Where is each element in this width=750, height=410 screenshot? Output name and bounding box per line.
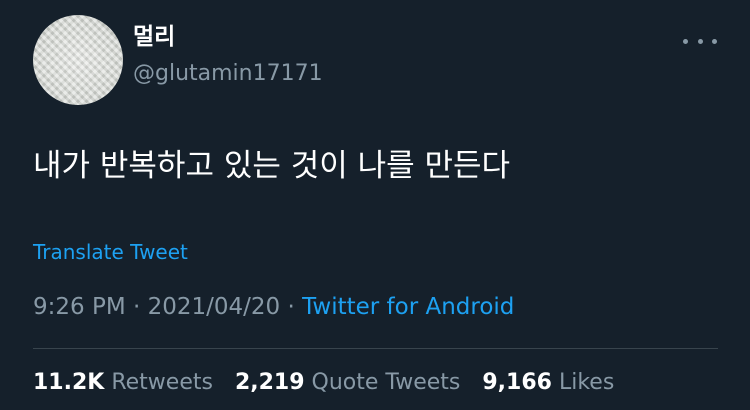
meta-separator: · — [133, 294, 141, 320]
more-dot — [697, 38, 703, 44]
tweet-source-link[interactable]: Twitter for Android — [302, 294, 514, 320]
quote-tweets-count: 2,219 — [234, 370, 305, 395]
retweets-stat[interactable]: 11.2K Retweets — [33, 367, 213, 399]
likes-stat[interactable]: 9,166 Likes — [482, 367, 614, 399]
divider — [33, 348, 718, 349]
more-dot — [683, 38, 688, 44]
tweet-date[interactable]: 2021/04/20 — [148, 294, 281, 320]
meta-separator: · — [287, 294, 295, 320]
more-dot — [712, 38, 717, 44]
quote-tweets-label: Quote Tweets — [311, 370, 461, 395]
tweet-time[interactable]: 9:26 PM — [33, 294, 126, 320]
quote-tweets-stat[interactable]: 2,219 Quote Tweets — [235, 367, 460, 399]
display-name[interactable]: 멀리 — [133, 22, 175, 52]
translate-tweet-link[interactable]: Translate Tweet — [33, 238, 188, 266]
more-horizontal-icon[interactable] — [683, 28, 717, 54]
likes-label: Likes — [558, 370, 615, 395]
likes-count: 9,166 — [482, 370, 552, 395]
tweet-stats: 11.2K Retweets 2,219 Quote Tweets 9,166 … — [33, 367, 629, 399]
user-handle[interactable]: @glutamin17171 — [133, 59, 323, 89]
retweets-label: Retweets — [111, 370, 213, 395]
tweet-text: 내가 반복하고 있는 것이 나를 만든다 — [33, 148, 511, 184]
avatar[interactable] — [33, 15, 123, 105]
tweet-meta: 9:26 PM · 2021/04/20 · Twitter for Andro… — [33, 291, 514, 323]
retweets-count: 11.2K — [33, 370, 105, 395]
